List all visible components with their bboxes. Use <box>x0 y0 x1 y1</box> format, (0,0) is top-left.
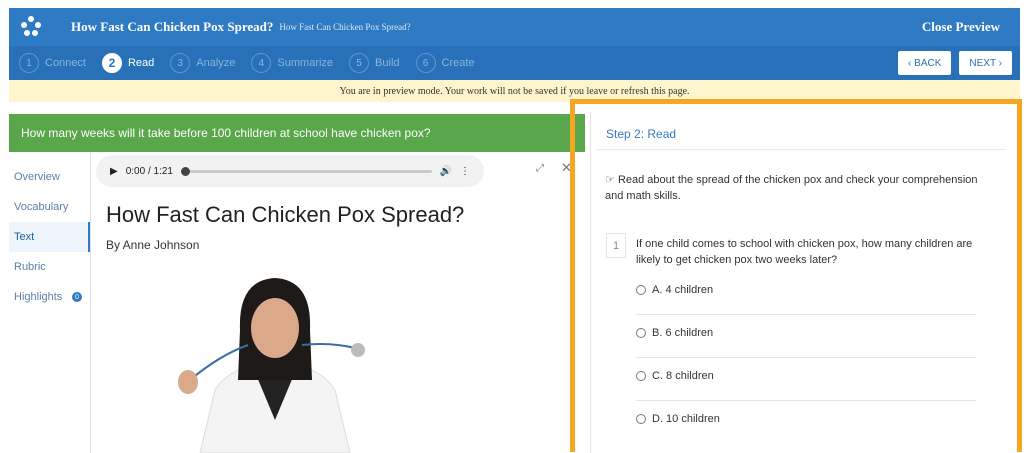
question-number: 1 <box>606 233 626 258</box>
answer-option-b[interactable]: B. 6 children <box>636 327 713 339</box>
step-label: Summarize <box>277 57 334 69</box>
radio-button[interactable] <box>636 371 646 381</box>
volume-icon[interactable]: 🔊 <box>440 166 452 177</box>
close-preview-button[interactable]: Close Preview <box>922 19 1000 35</box>
step-number: 5 <box>349 53 370 73</box>
answer-option-a[interactable]: A. 4 children <box>636 284 713 296</box>
step-number: 3 <box>170 53 191 73</box>
nav-item-highlights[interactable]: Highlights 0 <box>9 282 90 312</box>
nav-item-vocabulary[interactable]: Vocabulary <box>9 192 90 222</box>
instruction-text: Read about the spread of the chicken pox… <box>605 174 978 202</box>
logo-icon <box>19 15 43 39</box>
step-number: 4 <box>251 53 272 73</box>
nav-item-label: Highlights <box>14 291 63 303</box>
step-label: Analyze <box>196 57 236 69</box>
nav-item-label: Overview <box>14 171 60 183</box>
expand-icon[interactable]: ⤢ <box>536 163 544 174</box>
question-text: If one child comes to school with chicke… <box>636 238 973 266</box>
step-create[interactable]: 6 Create <box>415 53 475 73</box>
audio-time: 0:00 / 1:21 <box>125 165 173 177</box>
divider <box>636 357 976 358</box>
step-panel-title: Step 2: Read <box>596 118 1006 150</box>
step-analyze[interactable]: 3 Analyze <box>170 53 235 73</box>
side-nav: Overview Vocabulary Text Rubric Highligh… <box>9 152 91 453</box>
step-instruction: ☞ Read about the spread of the chicken p… <box>605 172 985 204</box>
step-label: Connect <box>45 57 86 69</box>
radio-button[interactable] <box>636 414 646 424</box>
more-options-icon[interactable]: ⋮ <box>460 166 470 177</box>
divider <box>636 314 976 315</box>
back-button[interactable]: ‹ BACK <box>898 51 952 75</box>
highlights-count-badge: 0 <box>72 292 82 302</box>
nav-item-label: Text <box>14 231 35 243</box>
step-read[interactable]: 2 Read <box>101 53 155 73</box>
page-title: How Fast Can Chicken Pox Spread? <box>71 19 274 34</box>
preview-notice: You are in preview mode. Your work will … <box>9 80 1020 102</box>
step-number: 1 <box>19 53 39 73</box>
radio-button[interactable] <box>636 328 646 338</box>
nav-item-label: Rubric <box>14 261 46 273</box>
nav-item-text[interactable]: Text <box>9 222 90 252</box>
option-label: B. 6 children <box>652 327 714 339</box>
option-label: D. 10 children <box>652 413 720 425</box>
answer-option-d[interactable]: D. 10 children <box>636 413 720 425</box>
nav-item-rubric[interactable]: Rubric <box>9 252 90 282</box>
title-bar: How Fast Can Chicken Pox Spread? How Fas… <box>9 8 1020 46</box>
radio-button[interactable] <box>636 285 646 295</box>
step-bar: 1 Connect 2 Read 3 Analyze 4 Summarize 5… <box>9 46 1020 80</box>
reading-byline: By Anne Johnson <box>106 238 200 252</box>
play-icon[interactable]: ▶ <box>110 166 118 177</box>
option-label: C. 8 children <box>652 370 714 382</box>
page-subtitle: How Fast Can Chicken Pox Spread? <box>279 22 411 32</box>
reading-title: How Fast Can Chicken Pox Spread? <box>106 202 465 227</box>
option-label: A. 4 children <box>652 284 714 296</box>
step-build[interactable]: 5 Build <box>349 53 400 73</box>
close-icon[interactable]: ✕ <box>561 160 572 176</box>
question-banner: How many weeks will it take before 100 c… <box>9 114 585 152</box>
audio-player: ▶ 0:00 / 1:21 🔊 ⋮ <box>96 155 484 187</box>
step-navigation: ‹ BACK NEXT › <box>898 51 1012 75</box>
audio-progress-track[interactable] <box>180 166 432 176</box>
step-label: Create <box>441 57 475 69</box>
divider <box>636 400 976 401</box>
step-label: Build <box>375 57 400 69</box>
step-number: 2 <box>101 53 122 73</box>
step-panel <box>590 112 1010 453</box>
step-number: 6 <box>415 53 436 73</box>
nav-item-label: Vocabulary <box>14 201 69 213</box>
audio-scrubber-handle[interactable] <box>180 166 190 176</box>
step-connect[interactable]: 1 Connect <box>19 53 86 73</box>
step-label: Read <box>127 57 155 69</box>
answer-option-c[interactable]: C. 8 children <box>636 370 714 382</box>
pointing-hand-icon: ☞ <box>605 174 615 186</box>
next-button[interactable]: NEXT › <box>959 51 1012 75</box>
nav-item-overview[interactable]: Overview <box>9 162 90 192</box>
article-photo <box>178 278 365 453</box>
step-summarize[interactable]: 4 Summarize <box>251 53 333 73</box>
